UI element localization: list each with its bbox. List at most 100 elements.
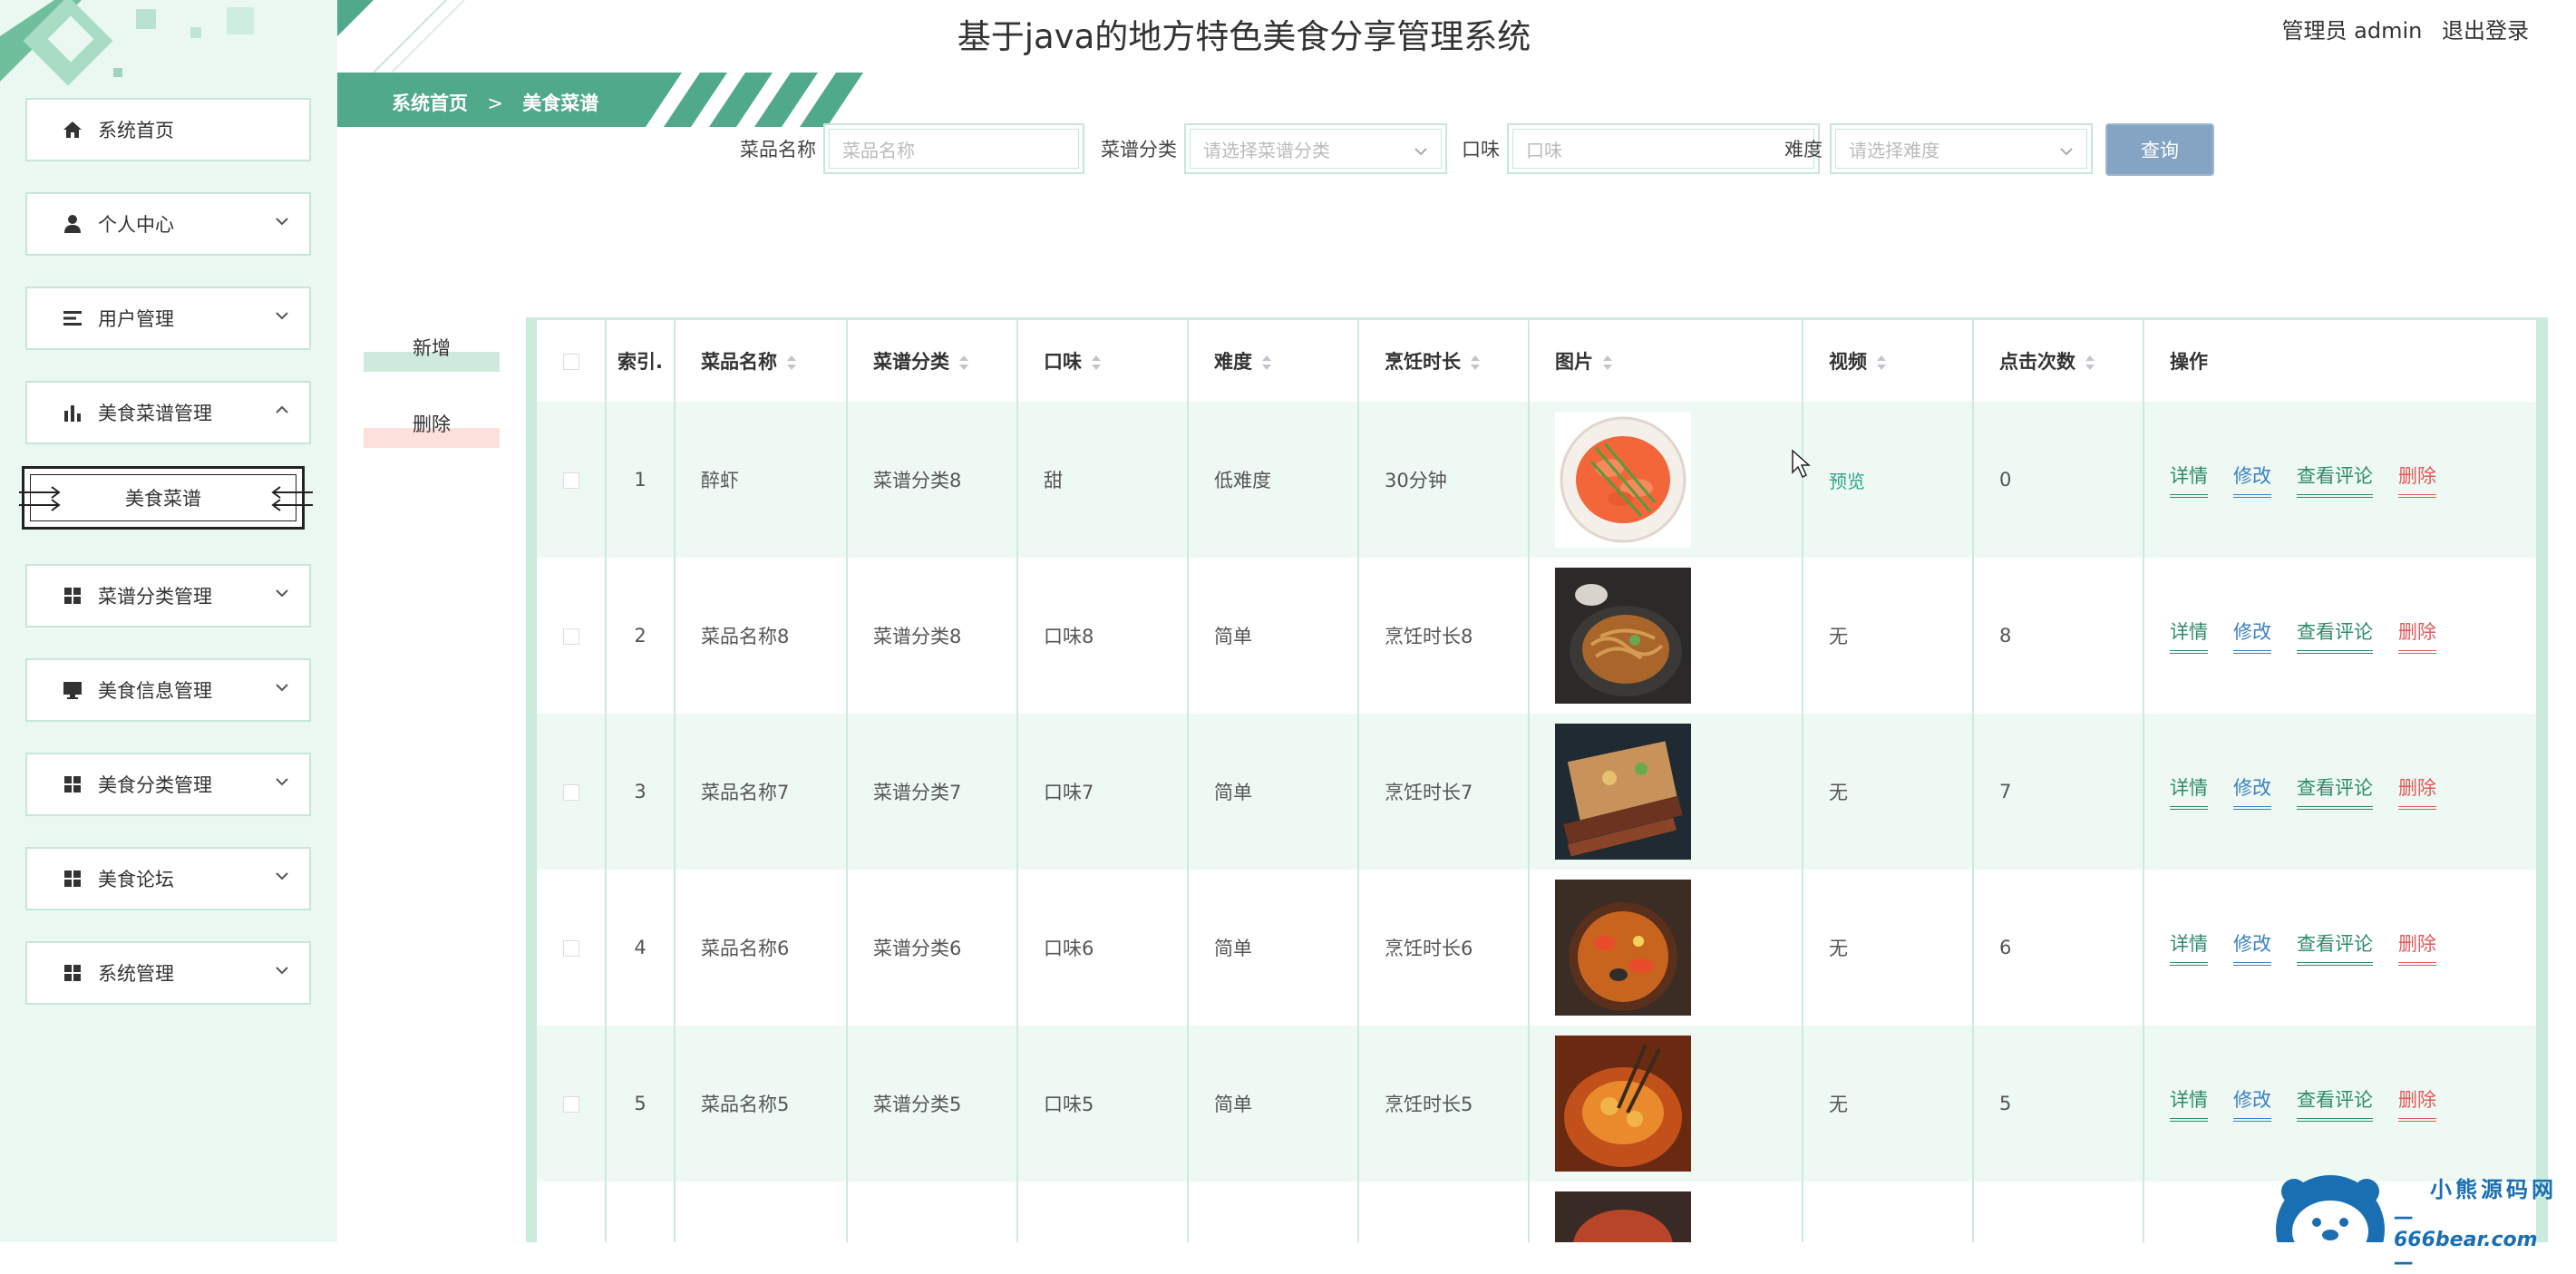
sidebar-item-label: 美食信息管理 <box>98 680 212 702</box>
cell-difficulty: 简单 <box>1188 1026 1359 1182</box>
search-taste-input[interactable]: 口味 <box>1507 123 1820 174</box>
search-taste-group: 口味 口味 <box>1462 123 1820 174</box>
delete-button[interactable]: 删除 <box>2398 462 2436 498</box>
edit-button[interactable]: 修改 <box>2233 1085 2271 1122</box>
edit-button[interactable]: 修改 <box>2233 929 2271 966</box>
sidebar-item-recipe-category[interactable]: 菜谱分类管理 <box>18 564 311 638</box>
row-checkbox[interactable] <box>562 940 579 957</box>
delete-button-label: 删除 <box>413 413 451 435</box>
cell-ops: 详情 修改 查看评论 删除 <box>2143 558 2537 714</box>
food-image-partial[interactable] <box>1555 1191 1691 1242</box>
query-button[interactable]: 查询 <box>2105 123 2214 176</box>
row-checkbox[interactable] <box>562 472 579 489</box>
delete-button[interactable]: 删除 <box>2398 1085 2436 1122</box>
sort-icon <box>1603 355 1612 370</box>
header-image[interactable]: 图片 <box>1529 320 1803 402</box>
detail-button[interactable]: 详情 <box>2170 929 2208 966</box>
watermark-url: —666bear.com— <box>2394 1206 2538 1274</box>
header-clicks[interactable]: 点击次数 <box>1973 320 2144 402</box>
sidebar-item-label: 系统首页 <box>98 120 174 141</box>
delete-button[interactable]: 删除 <box>2398 773 2436 810</box>
select-all-checkbox-cell <box>537 320 607 402</box>
header-video[interactable]: 视频 <box>1803 320 1974 402</box>
home-icon <box>62 119 83 141</box>
chevron-down-icon <box>276 312 288 320</box>
select-all-checkbox[interactable] <box>562 354 579 370</box>
row-checkbox[interactable] <box>562 1096 579 1113</box>
header-duration[interactable]: 烹饪时长 <box>1358 320 1530 402</box>
sidebar-subitem-label: 美食菜谱 <box>125 488 201 510</box>
table-row: 3 菜品名称7 菜谱分类7 口味7 简单 烹饪时长7 无 7 详情 修改 查看评… <box>537 714 2537 870</box>
detail-button[interactable]: 详情 <box>2170 462 2208 498</box>
cell-difficulty: 简单 <box>1188 558 1359 714</box>
cell-category: 菜谱分类8 <box>847 402 1018 558</box>
table-row: 5 菜品名称5 菜谱分类5 口味5 简单 烹饪时长5 无 5 详情 修改 查看评… <box>537 1026 2537 1182</box>
sidebar-item-label: 菜谱分类管理 <box>98 586 212 608</box>
edit-button[interactable]: 修改 <box>2233 618 2271 654</box>
row-checkbox-cell <box>537 402 607 558</box>
cell-image <box>1529 1026 1803 1182</box>
search-name-input[interactable]: 菜品名称 <box>823 123 1084 174</box>
sidebar-item-system[interactable]: 系统管理 <box>18 941 311 1016</box>
row-checkbox[interactable] <box>562 628 579 645</box>
food-image-seafood-pan[interactable] <box>1555 880 1691 1016</box>
header-difficulty[interactable]: 难度 <box>1188 320 1359 402</box>
batch-delete-button[interactable]: 删除 <box>364 406 500 448</box>
header-duration-label: 烹饪时长 <box>1385 351 1461 373</box>
sidebar-item-recipe-management[interactable]: 美食菜谱管理 <box>18 381 311 455</box>
sidebar-item-forum[interactable]: 美食论坛 <box>18 847 311 921</box>
view-comments-button[interactable]: 查看评论 <box>2297 929 2373 966</box>
cell-category: 菜谱分类8 <box>847 558 1018 714</box>
delete-button[interactable]: 删除 <box>2398 929 2436 966</box>
sidebar-item-food-info[interactable]: 美食信息管理 <box>18 658 311 733</box>
header-taste[interactable]: 口味 <box>1017 320 1189 402</box>
cell-image <box>1529 714 1803 870</box>
recipe-table: 索引. 菜品名称 菜谱分类 口味 难度 烹饪时长 图片 视频 点击次数 操作 1… <box>526 317 2548 1242</box>
cell-category <box>847 1182 1018 1242</box>
sidebar-item-personal[interactable]: 个人中心 <box>18 192 311 267</box>
header-category[interactable]: 菜谱分类 <box>847 320 1018 402</box>
sidebar-item-users[interactable]: 用户管理 <box>18 287 311 361</box>
detail-button[interactable]: 详情 <box>2170 1085 2208 1122</box>
view-comments-button[interactable]: 查看评论 <box>2297 462 2373 498</box>
detail-button[interactable]: 详情 <box>2170 618 2208 654</box>
cell-taste <box>1017 1182 1189 1242</box>
video-preview-link[interactable]: 预览 <box>1829 471 1865 492</box>
row-checkbox[interactable] <box>562 784 579 801</box>
chevron-down-icon <box>2060 148 2073 156</box>
detail-button[interactable]: 详情 <box>2170 773 2208 810</box>
row-checkbox-cell <box>537 558 607 714</box>
add-button[interactable]: 新增 <box>364 330 500 372</box>
view-comments-button[interactable]: 查看评论 <box>2297 1085 2373 1122</box>
chevron-up-icon <box>276 405 288 413</box>
cell-ops: 详情 修改 查看评论 删除 <box>2143 870 2537 1026</box>
row-checkbox-cell <box>537 714 607 870</box>
chevron-down-icon <box>276 589 288 598</box>
top-bar: 基于java的地方特色美食分享管理系统 管理员 admin 退出登录 <box>337 0 2576 73</box>
food-image-skewers[interactable] <box>1555 724 1691 860</box>
delete-button[interactable]: 删除 <box>2398 618 2436 654</box>
sidebar-item-food-category[interactable]: 美食分类管理 <box>18 753 311 827</box>
cell-duration: 烹饪时长5 <box>1358 1026 1530 1182</box>
edit-button[interactable]: 修改 <box>2233 462 2271 498</box>
table-row: 1 醉虾 菜谱分类8 甜 低难度 30分钟 预览 0 详情 修改 查看评论 删除 <box>537 402 2537 558</box>
food-image-drunken-shrimp[interactable] <box>1555 412 1691 548</box>
search-difficulty-select[interactable]: 请选择难度 <box>1830 123 2093 174</box>
admin-label: 管理员 admin <box>2281 18 2423 44</box>
food-image-fried-dish[interactable] <box>1555 1036 1691 1172</box>
cell-image <box>1529 558 1803 714</box>
breadcrumb-home[interactable]: 系统首页 <box>392 92 468 114</box>
breadcrumb-bar: 系统首页 > 美食菜谱 <box>337 73 909 127</box>
edit-button[interactable]: 修改 <box>2233 773 2271 810</box>
header-image-label: 图片 <box>1555 351 1593 373</box>
sidebar-subitem-recipes[interactable]: 美食菜谱 <box>19 466 313 530</box>
food-image-noodles[interactable] <box>1555 568 1691 704</box>
chevron-down-icon <box>276 218 288 226</box>
cell-difficulty: 低难度 <box>1188 402 1359 558</box>
logout-link[interactable]: 退出登录 <box>2442 18 2529 44</box>
view-comments-button[interactable]: 查看评论 <box>2297 618 2373 654</box>
sidebar-item-home[interactable]: 系统首页 <box>18 98 311 172</box>
search-category-select[interactable]: 请选择菜谱分类 <box>1184 123 1447 174</box>
view-comments-button[interactable]: 查看评论 <box>2297 773 2373 810</box>
header-name[interactable]: 菜品名称 <box>675 320 848 402</box>
